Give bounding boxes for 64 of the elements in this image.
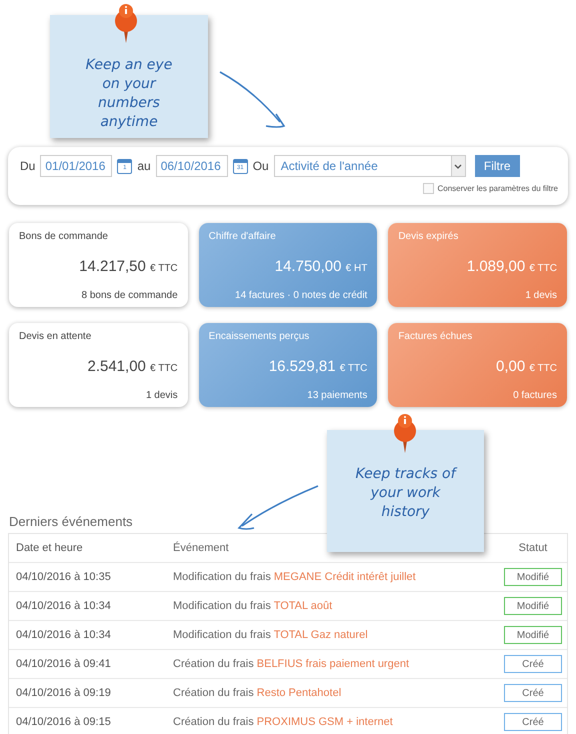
card-amount: 14.217,50 € TTC bbox=[78, 258, 178, 274]
period-select[interactable]: Activité de l'année bbox=[274, 155, 466, 177]
event-cell-text: Modification du frais MEGANE Crédit intérêt juillet bbox=[173, 571, 417, 583]
section-title: Derniers événements bbox=[9, 514, 134, 529]
to-label: au bbox=[137, 159, 151, 173]
column-header: Événement bbox=[173, 542, 230, 554]
status-badge: Modifié bbox=[504, 626, 562, 644]
stat-card[interactable]: Factures échues 0,00 € TTC 0 factures bbox=[388, 323, 567, 407]
keep-checkbox[interactable] bbox=[422, 183, 434, 194]
status-badge: Modifié bbox=[504, 597, 562, 615]
card-title: Bons de commande bbox=[19, 231, 109, 242]
card-amount: 2.541,00 € TTC bbox=[86, 358, 178, 374]
expense-link[interactable]: Resto Pentahotel bbox=[256, 687, 342, 699]
date-cell-text: 04/10/2016 à 10:34 bbox=[15, 629, 112, 641]
stat-card[interactable]: Chiffre d'affaire 14.750,00 € HT 14 factures · 0 notes de crédit bbox=[198, 223, 378, 307]
card-amount: 14.750,00 € HT bbox=[274, 258, 368, 274]
card-detail: 14 factures · 0 notes de crédit bbox=[234, 290, 368, 301]
card-title: Chiffre d'affaire bbox=[208, 231, 277, 242]
date-cell-text: 04/10/2016 à 09:41 bbox=[15, 658, 112, 670]
status-badge: Modifié bbox=[504, 568, 562, 586]
filter-button[interactable]: Filtre bbox=[474, 155, 520, 177]
expense-link[interactable]: BELFIUS frais paiement urgent bbox=[256, 658, 410, 670]
card-title: Devis en attente bbox=[19, 331, 92, 342]
to-date-field[interactable]: 06/10/2016 bbox=[156, 155, 228, 177]
expense-link[interactable]: TOTAL août bbox=[274, 600, 332, 612]
note-text: Keep tracks of your work history bbox=[354, 465, 458, 522]
event-cell-text: Modification du frais TOTAL août bbox=[173, 600, 334, 612]
card-title: Encaissements perçus bbox=[208, 331, 310, 342]
expense-link[interactable]: MEGANE Crédit intérêt juillet bbox=[274, 571, 416, 583]
date-cell-text: 04/10/2016 à 10:34 bbox=[15, 600, 112, 612]
status-badge: Créé bbox=[504, 684, 562, 702]
card-amount: 1.089,00 € TTC bbox=[466, 258, 557, 274]
event-cell-text: Création du frais PROXIMUS GSM + internet bbox=[173, 716, 394, 728]
note-text: Keep an eye on your numbers anytime bbox=[84, 56, 174, 132]
stat-card[interactable]: Devis expirés 1.089,00 € TTC 1 devis bbox=[388, 223, 567, 307]
date-cell-text: 04/10/2016 à 09:19 bbox=[15, 687, 112, 699]
expense-link[interactable]: TOTAL Gaz naturel bbox=[274, 629, 368, 641]
card-amount: 16.529,81 € TTC bbox=[268, 358, 368, 374]
from-date-field[interactable]: 01/01/2016 bbox=[40, 155, 112, 177]
event-cell-text: Modification du frais TOTAL Gaz naturel bbox=[173, 629, 369, 641]
column-header: Statut bbox=[518, 542, 548, 554]
card-title: Devis expirés bbox=[398, 231, 460, 242]
date-cell-text: 04/10/2016 à 10:35 bbox=[15, 571, 112, 583]
card-detail: 8 bons de commande bbox=[80, 290, 178, 301]
event-cell-text: Création du frais BELFIUS frais paiement urgent bbox=[173, 658, 410, 670]
status-badge: Créé bbox=[504, 713, 562, 731]
expense-link[interactable]: PROXIMUS GSM + internet bbox=[256, 716, 393, 728]
or-label: Ou bbox=[252, 159, 269, 173]
card-detail: 13 paiements bbox=[306, 390, 368, 401]
stat-card[interactable]: Bons de commande 14.217,50 € TTC 8 bons de commande bbox=[9, 223, 188, 307]
card-detail: 1 devis bbox=[144, 390, 178, 401]
card-detail: 0 factures bbox=[512, 390, 557, 401]
card-detail: 1 devis bbox=[524, 290, 557, 301]
card-title: Factures échues bbox=[398, 331, 474, 342]
from-label: Du bbox=[20, 159, 36, 173]
caret-icon bbox=[454, 164, 462, 168]
status-badge: Créé bbox=[504, 655, 562, 673]
date-cell-text: 04/10/2016 à 09:15 bbox=[15, 716, 112, 728]
stat-card[interactable]: Encaissements perçus 16.529,81 € TTC 13 paiements bbox=[198, 323, 378, 407]
column-header: Date et heure bbox=[15, 542, 84, 554]
stat-card[interactable]: Devis en attente 2.541,00 € TTC 1 devis bbox=[9, 323, 188, 407]
event-cell-text: Création du frais Resto Pentahotel bbox=[173, 687, 342, 699]
card-amount: 0,00 € TTC bbox=[495, 358, 557, 374]
keep-label: Conserver les paramètres du filtre bbox=[438, 184, 558, 193]
